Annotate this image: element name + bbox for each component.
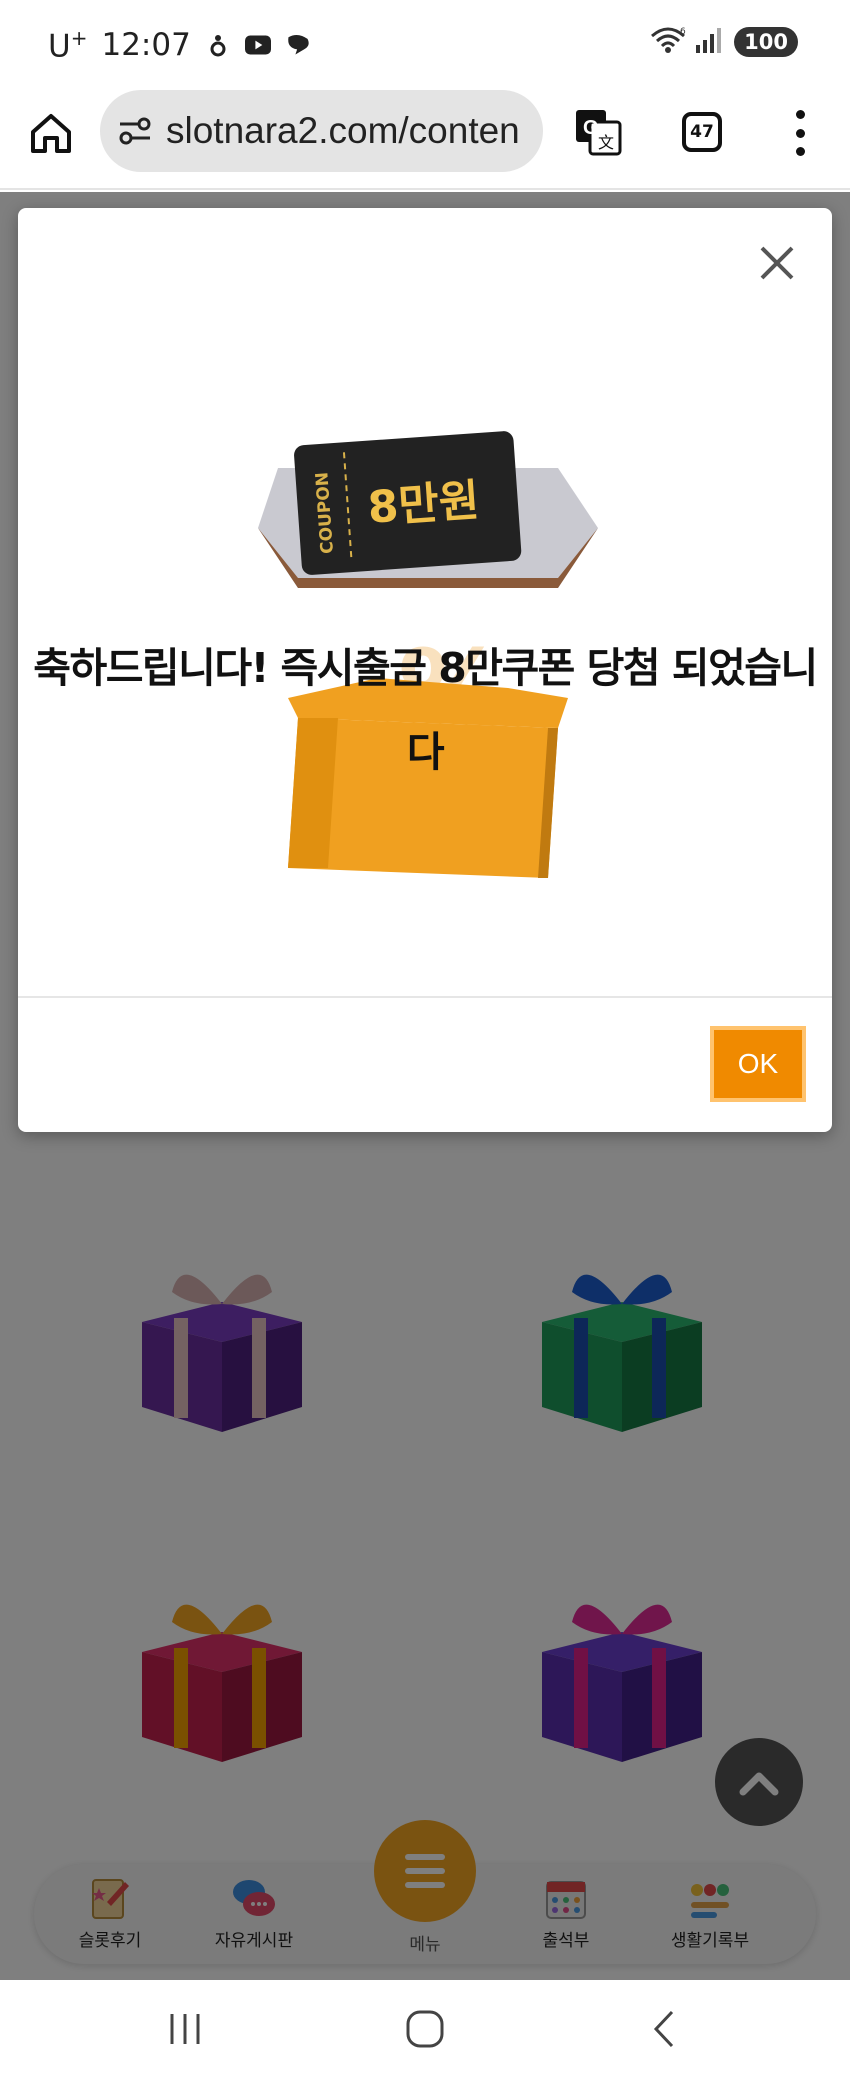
svg-text:8만원: 8만원 bbox=[366, 475, 481, 534]
notification-icon bbox=[205, 32, 231, 58]
battery-badge: 100 bbox=[734, 27, 798, 57]
signal-icon bbox=[696, 27, 724, 57]
close-icon[interactable] bbox=[756, 242, 798, 284]
recent-apps-icon[interactable] bbox=[160, 2004, 210, 2054]
clock: 12:07 bbox=[101, 27, 191, 64]
svg-text:6: 6 bbox=[680, 27, 686, 37]
tab-switcher-button[interactable]: 47 bbox=[682, 112, 722, 152]
site-settings-icon[interactable] bbox=[118, 114, 152, 148]
status-left: U+ 12:07 bbox=[48, 26, 311, 64]
youtube-icon bbox=[244, 32, 271, 58]
carrier-label: U+ bbox=[48, 26, 88, 65]
status-right: 6 100 bbox=[650, 26, 798, 58]
coupon-modal: COUPON 8만원 % 축하드립니다! 즉시출금 8만쿠폰 당첨 되었습니다 … bbox=[18, 208, 832, 1132]
wifi-icon: 6 bbox=[650, 26, 686, 58]
system-nav-bar bbox=[0, 1980, 850, 2078]
chat-icon bbox=[285, 32, 311, 58]
ok-button[interactable]: OK bbox=[710, 1026, 806, 1102]
home-icon[interactable] bbox=[28, 110, 74, 156]
status-bar: U+ 12:07 6 100 bbox=[0, 0, 850, 88]
translate-icon[interactable]: G文 bbox=[574, 108, 622, 156]
svg-text:文: 文 bbox=[598, 133, 614, 152]
modal-divider bbox=[18, 996, 832, 998]
home-nav-icon[interactable] bbox=[400, 2004, 450, 2054]
url-bar[interactable]: slotnara2.com/conten bbox=[100, 90, 543, 172]
back-icon[interactable] bbox=[640, 2004, 690, 2054]
browser-toolbar: slotnara2.com/conten G文 47 bbox=[0, 88, 850, 190]
url-text: slotnara2.com/conten bbox=[166, 110, 520, 151]
modal-message: 축하드립니다! 즉시출금 8만쿠폰 당첨 되었습니다 bbox=[33, 644, 818, 776]
svg-text:G: G bbox=[583, 117, 599, 139]
more-options-icon[interactable] bbox=[790, 110, 810, 156]
